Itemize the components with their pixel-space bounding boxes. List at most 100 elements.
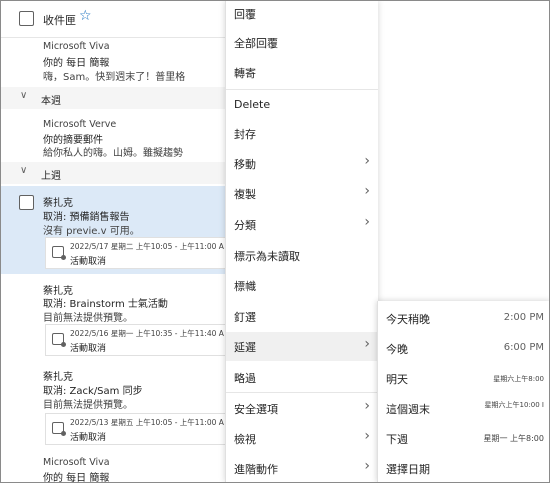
- snooze-tomorrow[interactable]: 明天 星期六上午8:00: [378, 363, 549, 392]
- menu-item-copy[interactable]: 複製 ›: [226, 179, 378, 208]
- snooze-next-week[interactable]: 下週 星期一 上午8:00: [378, 423, 549, 452]
- menu-item-flag[interactable]: 標幟: [226, 271, 378, 300]
- menu-item-categorize[interactable]: 分類 ›: [226, 210, 378, 239]
- snooze-option-time: 6:00 PM: [503, 342, 544, 353]
- section-this-week[interactable]: ∨ 本週: [1, 87, 227, 109]
- menu-item-ignore[interactable]: 略過: [226, 363, 378, 392]
- meeting-time: 2022/5/13 星期五 上午10:05 - 上午11:00 A: [70, 418, 224, 427]
- message-sender: 蔡扎克: [43, 198, 73, 209]
- message-preview: 目前無法提供預覽。: [43, 313, 133, 324]
- menu-item-label: 標幟: [234, 280, 256, 293]
- menu-item-forward[interactable]: 轉寄: [226, 58, 378, 87]
- section-label: 上週: [41, 171, 61, 182]
- message-subject: 你的 每日 簡報: [43, 58, 110, 69]
- menu-item-view[interactable]: 檢視 ›: [226, 424, 378, 453]
- menu-item-label: 釘選: [234, 311, 256, 324]
- list-item[interactable]: Microsoft Viva 你的 每日 簡報 嗨，Sam。快到週末了！普里格: [1, 37, 227, 87]
- chevron-right-icon: ›: [364, 398, 370, 414]
- menu-item-security-options[interactable]: 安全選項 ›: [226, 394, 378, 423]
- snooze-option-label: 今晚: [386, 343, 408, 356]
- chevron-right-icon: ›: [364, 214, 370, 230]
- chevron-right-icon: ›: [364, 458, 370, 474]
- menu-divider: [226, 89, 378, 90]
- menu-item-move[interactable]: 移動 ›: [226, 149, 378, 178]
- meeting-card[interactable]: 2022/5/17 星期二 上午10:05 - 上午11:00 A 活動取消: [45, 237, 227, 269]
- snooze-option-label: 下週: [386, 433, 408, 446]
- message-list: 收件匣 ☆ Microsoft Viva 你的 每日 簡報 嗨，Sam。快到週末…: [1, 1, 227, 482]
- star-icon[interactable]: ☆: [79, 9, 92, 23]
- menu-item-label: 分類: [234, 219, 256, 232]
- meeting-status: 活動取消: [70, 257, 107, 267]
- chevron-down-icon: ∨: [20, 90, 28, 101]
- snooze-submenu: 今天稍晚 2:00 PM 今晚 6:00 PM 明天 星期六上午8:00 這個週…: [377, 301, 549, 482]
- snooze-option-label: 今天稍晚: [386, 313, 430, 326]
- message-sender: Microsoft Verve: [43, 119, 117, 130]
- list-item[interactable]: 蔡扎克 取消: Zack/Sam 同步 目前無法提供預覽。 2022/5/13 …: [1, 360, 227, 450]
- snooze-this-weekend[interactable]: 這個週末 星期六上午10:00 I: [378, 393, 549, 422]
- meeting-card[interactable]: 2022/5/13 星期五 上午10:05 - 上午11:00 A 活動取消: [45, 413, 227, 445]
- snooze-option-time: 星期一 上午8:00: [483, 434, 544, 443]
- chevron-right-icon: ›: [364, 336, 370, 352]
- menu-item-label: 安全選項: [234, 403, 278, 416]
- menu-item-label: 全部回覆: [234, 37, 278, 50]
- meeting-card[interactable]: 2022/5/16 星期一 上午10:35 - 上午11:40 A 活動取消: [45, 324, 227, 356]
- menu-item-label: 進階動作: [234, 463, 278, 476]
- calendar-cancel-icon: [52, 422, 66, 436]
- menu-item-archive[interactable]: 封存: [226, 119, 378, 148]
- message-sender: 蔡扎克: [43, 372, 73, 383]
- chevron-right-icon: ›: [364, 183, 370, 199]
- message-subject: 取消: 預備銷售報告: [43, 212, 130, 223]
- menu-item-snooze[interactable]: 延遲 ›: [226, 332, 378, 361]
- menu-divider: [226, 392, 378, 393]
- meeting-status: 活動取消: [70, 344, 107, 354]
- list-item[interactable]: Microsoft Verve 你的摘要郵件 給你私人的嗨。山姆。雖擬趨勢: [1, 109, 227, 161]
- snooze-option-time: 星期六上午8:00: [493, 375, 544, 383]
- meeting-status: 活動取消: [70, 433, 107, 443]
- menu-item-reply-all[interactable]: 全部回覆: [226, 28, 378, 57]
- message-subject: 取消: Zack/Sam 同步: [43, 386, 143, 397]
- select-all-checkbox[interactable]: [19, 11, 34, 26]
- calendar-cancel-icon: [52, 246, 66, 260]
- menu-item-mark-unread[interactable]: 標示為未讀取: [226, 241, 378, 270]
- menu-item-label: 延遲: [234, 341, 256, 354]
- message-preview: 嗨，Sam。快到週末了！普里格: [43, 72, 186, 83]
- chevron-right-icon: ›: [364, 428, 370, 444]
- calendar-cancel-icon: [52, 333, 66, 347]
- snooze-option-time: 2:00 PM: [503, 312, 544, 323]
- menu-item-reply[interactable]: 回覆: [226, 1, 378, 28]
- list-item[interactable]: 蔡扎克 取消: Brainstorm 士氣活動 目前無法提供預覽。 2022/5…: [1, 274, 227, 360]
- menu-item-label: 移動: [234, 158, 256, 171]
- menu-item-pin[interactable]: 釘選: [226, 302, 378, 331]
- message-subject: 取消: Brainstorm 士氣活動: [43, 299, 168, 310]
- meeting-time: 2022/5/17 星期二 上午10:05 - 上午11:00 A: [70, 242, 224, 251]
- menu-item-label: 複製: [234, 188, 256, 201]
- message-checkbox[interactable]: [19, 195, 34, 210]
- menu-item-label: Delete: [234, 98, 271, 111]
- snooze-option-time: 星期六上午10:00 I: [484, 401, 544, 409]
- context-menu: 回覆 全部回覆 轉寄 Delete 封存 移動 › 複製 › 分類 › 標示為未讀取 …: [225, 1, 378, 482]
- message-preview: 沒有 previe.v 可用。: [43, 226, 140, 237]
- list-header: 收件匣 ☆: [1, 1, 227, 38]
- menu-item-label: 封存: [234, 128, 256, 141]
- folder-title: 收件匣: [43, 14, 76, 27]
- snooze-choose-date[interactable]: 選擇日期: [378, 453, 549, 482]
- meeting-time: 2022/5/16 星期一 上午10:35 - 上午11:40 A: [70, 329, 224, 338]
- message-subject: 你的 每日 簡報: [43, 473, 110, 482]
- snooze-tonight[interactable]: 今晚 6:00 PM: [378, 333, 549, 362]
- snooze-later-today[interactable]: 今天稍晚 2:00 PM: [378, 303, 549, 332]
- menu-item-label: 回覆: [234, 8, 256, 21]
- message-preview: 給你私人的嗨。山姆。雖擬趨勢: [43, 148, 183, 159]
- message-preview: 目前無法提供預覽。: [43, 400, 133, 411]
- menu-item-advanced-actions[interactable]: 進階動作 ›: [226, 454, 378, 482]
- list-item-selected[interactable]: 蔡扎克 取消: 預備銷售報告 沒有 previe.v 可用。 2022/5/17…: [1, 186, 227, 274]
- app-frame: 收件匣 ☆ Microsoft Viva 你的 每日 簡報 嗨，Sam。快到週末…: [0, 0, 550, 483]
- section-last-week[interactable]: ∨ 上週: [1, 162, 227, 184]
- section-label: 本週: [41, 96, 61, 107]
- message-sender: Microsoft Viva: [43, 41, 110, 52]
- message-sender: Microsoft Viva: [43, 457, 110, 468]
- chevron-down-icon: ∨: [20, 165, 28, 176]
- list-item[interactable]: Microsoft Viva 你的 每日 簡報: [1, 451, 227, 482]
- menu-item-label: 略過: [234, 372, 256, 385]
- menu-item-label: 轉寄: [234, 67, 256, 80]
- menu-item-delete[interactable]: Delete: [226, 91, 378, 120]
